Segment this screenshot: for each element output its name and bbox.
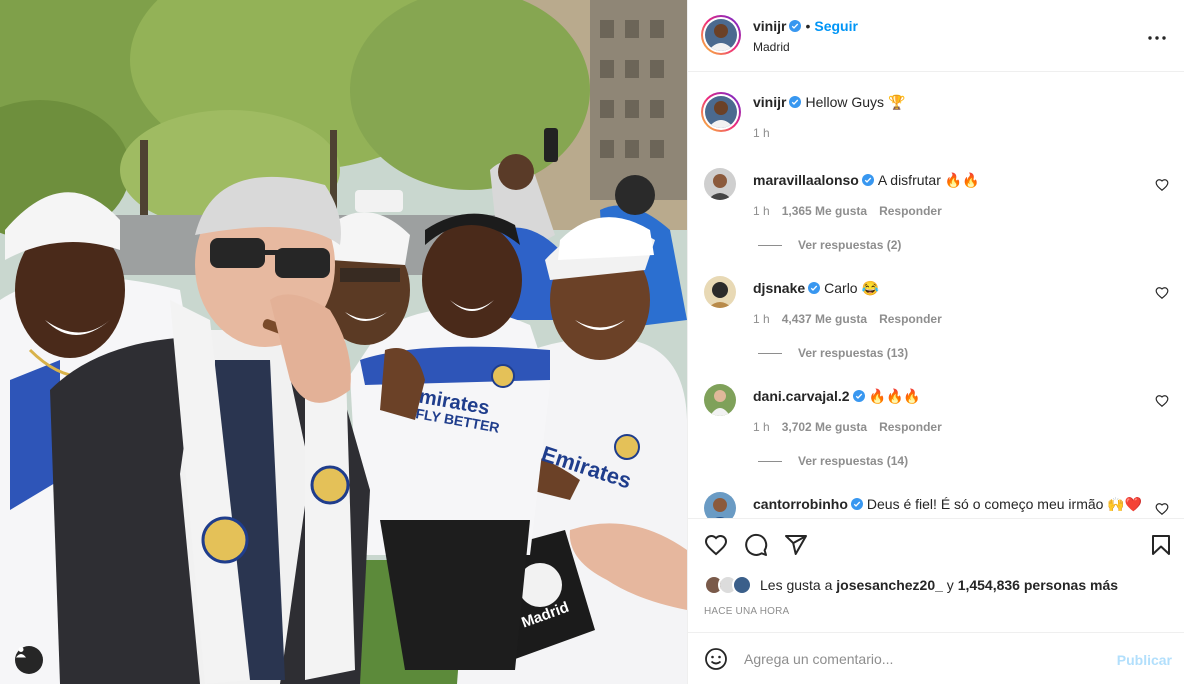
avatar-image <box>704 384 736 416</box>
comment-input[interactable] <box>744 645 1104 673</box>
comment-text: 🔥🔥🔥 <box>868 388 921 404</box>
post-header: vinijr • Seguir Madrid <box>688 0 1184 72</box>
verified-badge-icon <box>808 282 821 294</box>
view-replies-button[interactable]: Ver respuestas (13) <box>758 346 908 360</box>
comment-text-line: dani.carvajal.2 🔥🔥🔥 <box>753 388 1143 405</box>
view-replies-button[interactable]: Ver respuestas (2) <box>758 238 901 252</box>
comment-item: cantorrobinho Deus é fiel! É só o começo … <box>688 492 1184 518</box>
comment-like-icon[interactable] <box>1155 394 1169 408</box>
caption-time[interactable]: 1 h <box>753 126 770 140</box>
comment-likes[interactable]: 3,702 Me gusta <box>782 420 867 434</box>
tagged-people-button[interactable] <box>15 646 43 674</box>
author-username[interactable]: vinijr <box>753 18 786 34</box>
comment-item: djsnake Carlo 😂 1 h 4,437 Me gusta Responde… <box>688 276 1184 384</box>
comment-time[interactable]: 1 h <box>753 420 770 434</box>
heart-icon[interactable] <box>704 533 728 557</box>
comment-likes[interactable]: 1,365 Me gusta <box>782 204 867 218</box>
likes-summary: Les gusta a josesanchez20_ y 1,454,836 p… <box>704 575 1118 595</box>
comment-username[interactable]: cantorrobinho <box>753 496 848 512</box>
bookmark-icon[interactable] <box>1149 533 1173 557</box>
comment-item: maravillaalonso A disfrutar 🔥🔥 1 h 1,365 M… <box>688 168 1184 276</box>
likes-count[interactable]: 1,454,836 personas más <box>958 577 1118 593</box>
comment-time[interactable]: 1 h <box>753 204 770 218</box>
caption-text: Hellow Guys 🏆 <box>805 94 906 110</box>
verified-badge-icon <box>789 96 802 108</box>
comment-username[interactable]: dani.carvajal.2 <box>753 388 850 404</box>
comment-like-icon[interactable] <box>1155 178 1169 192</box>
photo-illustration: Emirates Real Madrid Emirates FLY BETTER <box>0 0 687 684</box>
smiley-icon[interactable] <box>704 647 728 671</box>
more-options-icon[interactable] <box>1145 26 1169 50</box>
view-replies-label: Ver respuestas (2) <box>798 238 902 252</box>
view-replies-label: Ver respuestas (14) <box>798 454 909 468</box>
comment-text-line: maravillaalonso A disfrutar 🔥🔥 <box>753 172 1143 189</box>
avatar-image <box>705 19 737 51</box>
avatar-image <box>704 168 736 200</box>
avatar-image <box>704 492 736 518</box>
publish-button[interactable]: Publicar <box>1117 652 1172 668</box>
separator-dot: • <box>805 18 811 34</box>
comment-item: dani.carvajal.2 🔥🔥🔥 1 h 3,702 Me gusta Resp… <box>688 384 1184 492</box>
comment-text: Carlo 😂 <box>824 280 879 296</box>
likes-prefix: Les gusta a <box>760 577 833 593</box>
comment-time[interactable]: 1 h <box>753 312 770 326</box>
comment-text-line: djsnake Carlo 😂 <box>753 280 1143 297</box>
send-icon[interactable] <box>784 533 808 557</box>
instagram-post: Emirates Real Madrid Emirates FLY BETTER <box>0 0 1184 684</box>
comment-avatar[interactable] <box>704 384 736 416</box>
comment-likes[interactable]: 4,437 Me gusta <box>782 312 867 326</box>
header-title-line: vinijr • Seguir <box>753 18 858 34</box>
post-timestamp[interactable]: HACE UNA HORA <box>704 606 789 617</box>
liker-avatar <box>732 575 752 595</box>
comment-username[interactable]: djsnake <box>753 280 805 296</box>
avatar-image <box>704 276 736 308</box>
comment-composer: Publicar <box>688 632 1184 684</box>
follow-button[interactable]: Seguir <box>814 18 858 34</box>
comment-avatar[interactable] <box>704 492 736 518</box>
post-side-panel: vinijr • Seguir Madrid vinijr Hellow Guy… <box>687 0 1184 684</box>
post-location[interactable]: Madrid <box>753 40 790 54</box>
comment-username[interactable]: maravillaalonso <box>753 172 859 188</box>
reply-button[interactable]: Responder <box>879 204 942 218</box>
comments-list[interactable]: vinijr Hellow Guys 🏆 1 h maravillaalonso A… <box>688 72 1184 518</box>
verified-badge-icon <box>852 390 865 402</box>
author-avatar[interactable] <box>701 15 741 55</box>
comment-text: A disfrutar 🔥🔥 <box>877 172 980 188</box>
comment-avatar[interactable] <box>704 276 736 308</box>
comment-meta: 1 h 3,702 Me gusta Responder <box>753 420 954 434</box>
comment-meta: 1 h 1,365 Me gusta Responder <box>753 204 954 218</box>
comment-text-line: cantorrobinho Deus é fiel! É só o começo … <box>753 496 1143 513</box>
comment-avatar[interactable] <box>704 168 736 200</box>
reply-button[interactable]: Responder <box>879 420 942 434</box>
verified-badge-icon <box>861 174 874 186</box>
comment-like-icon[interactable] <box>1155 502 1169 516</box>
comment-text: Deus é fiel! É só o começo meu irmão 🙌❤️ <box>866 496 1143 512</box>
view-replies-label: Ver respuestas (13) <box>798 346 909 360</box>
comment-like-icon[interactable] <box>1155 286 1169 300</box>
user-icon <box>16 647 26 658</box>
likes-user[interactable]: josesanchez20_ <box>836 577 943 593</box>
caption-row: vinijr Hellow Guys 🏆 1 h <box>688 90 1184 160</box>
verified-badge-icon <box>850 498 863 510</box>
verified-badge-icon <box>789 20 802 32</box>
caption-meta: 1 h <box>753 126 782 140</box>
caption-username[interactable]: vinijr <box>753 94 786 110</box>
replies-divider <box>758 244 782 246</box>
post-actions: Les gusta a josesanchez20_ y 1,454,836 p… <box>688 518 1184 632</box>
replies-divider <box>758 460 782 462</box>
comment-meta: 1 h 4,437 Me gusta Responder <box>753 312 954 326</box>
reply-button[interactable]: Responder <box>879 312 942 326</box>
post-photo[interactable]: Emirates Real Madrid Emirates FLY BETTER <box>0 0 687 684</box>
avatar-image <box>705 96 737 128</box>
likes-joiner: y <box>946 577 954 593</box>
caption-avatar[interactable] <box>701 92 741 132</box>
replies-divider <box>758 352 782 354</box>
comment-icon[interactable] <box>744 533 768 557</box>
view-replies-button[interactable]: Ver respuestas (14) <box>758 454 908 468</box>
caption-text-line: vinijr Hellow Guys 🏆 <box>753 94 1143 111</box>
